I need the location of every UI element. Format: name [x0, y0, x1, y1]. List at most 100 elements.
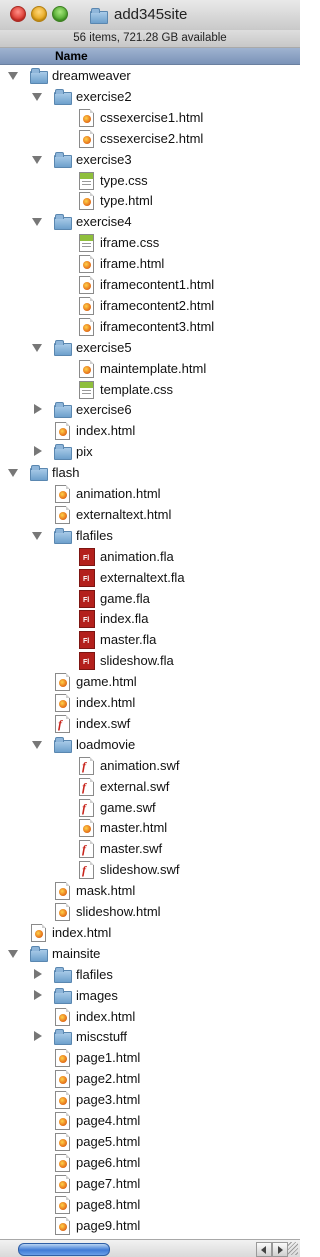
item-label: loadmovie [76, 736, 136, 752]
html-file-icon [54, 673, 70, 692]
file-row[interactable]: maintemplate.html [0, 358, 300, 379]
file-row[interactable]: Fl game.fla [0, 588, 300, 609]
item-label: index.html [76, 423, 136, 439]
file-row[interactable]: page9.html [0, 1215, 300, 1236]
item-label: iframecontent2.html [100, 297, 215, 313]
file-row[interactable]: type.css [0, 170, 300, 191]
item-label: animation.fla [100, 548, 174, 564]
folder-row[interactable]: exercise4 [0, 211, 300, 232]
item-label: exercise6 [76, 402, 132, 418]
file-row[interactable]: slideshow.html [0, 901, 300, 922]
file-row[interactable]: f game.swf [0, 797, 300, 818]
file-row[interactable]: index.html [0, 922, 300, 943]
file-row[interactable]: index.html [0, 420, 300, 441]
disclosure-open-icon[interactable] [8, 70, 18, 80]
zoom-button[interactable] [52, 6, 68, 22]
item-label: flash [52, 465, 80, 481]
item-label: master.html [100, 820, 168, 836]
folder-row[interactable]: exercise2 [0, 86, 300, 107]
resize-grip-icon[interactable] [288, 1242, 298, 1255]
folder-row[interactable]: dreamweaver [0, 65, 300, 86]
folder-row[interactable]: exercise5 [0, 337, 300, 358]
item-label: exercise4 [76, 214, 132, 230]
folder-row[interactable]: flash [0, 462, 300, 483]
file-row[interactable]: f master.swf [0, 838, 300, 859]
disclosure-open-icon[interactable] [32, 739, 42, 749]
folder-row[interactable]: mainsite [0, 943, 300, 964]
disclosure-closed-icon[interactable] [32, 446, 42, 457]
html-file-icon [54, 422, 70, 441]
file-row[interactable]: Fl animation.fla [0, 546, 300, 567]
file-row[interactable]: animation.html [0, 483, 300, 504]
file-row[interactable]: iframecontent1.html [0, 274, 300, 295]
html-file-icon [54, 1216, 70, 1235]
file-row[interactable]: page4.html [0, 1110, 300, 1131]
file-row[interactable]: f external.swf [0, 776, 300, 797]
item-label: dreamweaver [52, 68, 131, 83]
file-row[interactable]: iframe.html [0, 253, 300, 274]
disclosure-closed-icon[interactable] [32, 968, 42, 979]
title-bar[interactable]: add345site [0, 0, 300, 31]
folder-row[interactable]: flafiles [0, 964, 300, 985]
file-row[interactable]: page5.html [0, 1131, 300, 1152]
close-button[interactable] [10, 6, 26, 22]
file-row[interactable]: iframe.css [0, 232, 300, 253]
file-row[interactable]: cssexercise2.html [0, 128, 300, 149]
status-text: 56 items, 721.28 GB available [73, 32, 227, 44]
html-file-icon [54, 1174, 70, 1193]
file-row[interactable]: page2.html [0, 1068, 300, 1089]
scroll-right-arrow-icon[interactable] [272, 1242, 288, 1257]
file-row[interactable]: master.html [0, 817, 300, 838]
file-row[interactable]: page6.html [0, 1152, 300, 1173]
folder-row[interactable]: pix [0, 441, 300, 462]
disclosure-open-icon[interactable] [32, 530, 42, 540]
file-row[interactable]: Fl slideshow.fla [0, 650, 300, 671]
file-row[interactable]: page1.html [0, 1047, 300, 1068]
file-row[interactable]: f animation.swf [0, 755, 300, 776]
file-row[interactable]: index.html [0, 692, 300, 713]
file-row[interactable]: iframecontent3.html [0, 316, 300, 337]
file-row[interactable]: index.html [0, 1006, 300, 1027]
item-label: iframecontent1.html [100, 277, 215, 292]
html-file-icon [54, 882, 70, 901]
file-row[interactable]: template.css [0, 379, 300, 400]
disclosure-open-icon[interactable] [32, 91, 42, 101]
folder-row[interactable]: flafiles [0, 525, 300, 546]
file-row[interactable]: page7.html [0, 1173, 300, 1194]
disclosure-closed-icon[interactable] [32, 989, 42, 1000]
column-header-name[interactable]: Name [0, 48, 300, 65]
folder-row[interactable]: exercise3 [0, 149, 300, 170]
item-label: page4.html [76, 1113, 141, 1128]
file-row[interactable]: externaltext.html [0, 504, 300, 525]
file-row[interactable]: page3.html [0, 1089, 300, 1110]
disclosure-open-icon[interactable] [32, 154, 42, 164]
status-bar: 56 items, 721.28 GB available [0, 30, 300, 48]
window-title: add345site [90, 4, 187, 24]
file-row[interactable]: Fl index.fla [0, 608, 300, 629]
file-row[interactable]: Fl externaltext.fla [0, 567, 300, 588]
file-row[interactable]: Fl master.fla [0, 629, 300, 650]
file-row[interactable]: f index.swf [0, 713, 300, 734]
scroll-left-arrow-icon[interactable] [256, 1242, 272, 1257]
file-row[interactable]: iframecontent2.html [0, 295, 300, 316]
folder-row[interactable]: exercise6 [0, 399, 300, 420]
file-row[interactable]: cssexercise1.html [0, 107, 300, 128]
scrollbar-thumb[interactable] [18, 1243, 110, 1256]
disclosure-open-icon[interactable] [8, 948, 18, 958]
disclosure-open-icon[interactable] [8, 467, 18, 478]
disclosure-open-icon[interactable] [32, 342, 42, 352]
file-row[interactable]: type.html [0, 190, 300, 211]
file-row[interactable]: f slideshow.swf [0, 859, 300, 880]
folder-icon [30, 67, 48, 84]
file-row[interactable]: page8.html [0, 1194, 300, 1215]
disclosure-open-icon[interactable] [32, 216, 42, 227]
horizontal-scrollbar[interactable] [0, 1239, 300, 1257]
disclosure-closed-icon[interactable] [32, 404, 42, 415]
minimize-button[interactable] [31, 6, 47, 22]
file-row[interactable]: mask.html [0, 880, 300, 901]
disclosure-closed-icon[interactable] [32, 1031, 42, 1042]
file-row[interactable]: game.html [0, 671, 300, 692]
folder-row[interactable]: loadmovie [0, 734, 300, 755]
folder-row[interactable]: miscstuff [0, 1026, 300, 1047]
folder-row[interactable]: images [0, 985, 300, 1006]
